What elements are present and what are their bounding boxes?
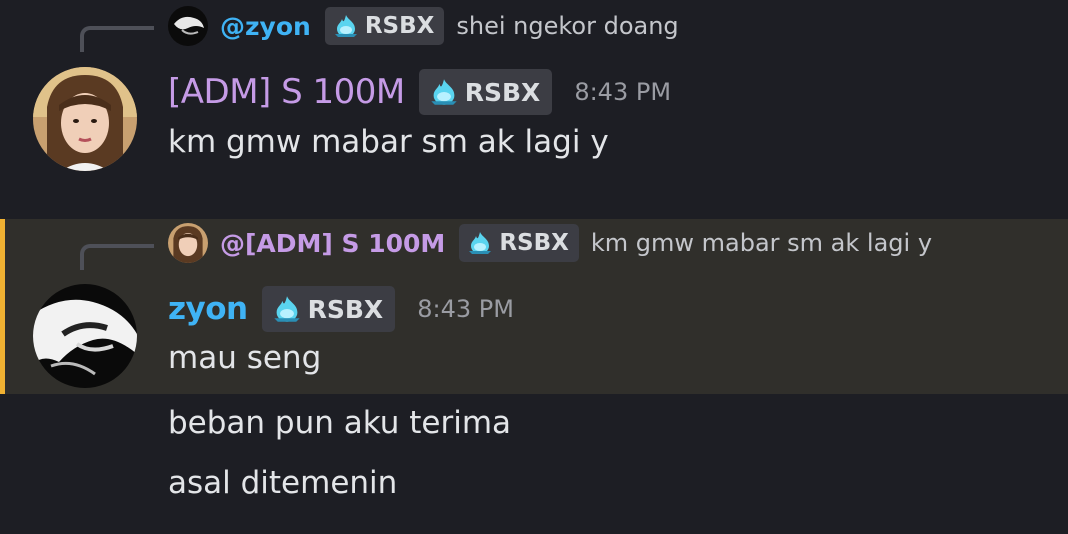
reply-badge-label: RSBX (364, 13, 435, 39)
author-badge[interactable]: RSBX (418, 69, 553, 115)
reply-badge-label: RSBX (499, 230, 569, 256)
mention-highlight-bar (0, 219, 5, 394)
message-zyon: @[ADM] S 100M RSBX km gmw mabar sm ak la… (0, 219, 1068, 394)
message-content: mau seng (168, 340, 322, 376)
reply-text[interactable]: km gmw mabar sm ak lagi y (591, 229, 932, 257)
reply-text[interactable]: shei ngekor doang (456, 12, 678, 40)
message-header: zyon RSBX 8:43 PM (168, 286, 514, 332)
author-name[interactable]: zyon (168, 291, 248, 327)
reply-badge[interactable]: RSBX (324, 7, 445, 45)
message-content: km gmw mabar sm ak lagi y (168, 124, 609, 160)
message-adm: @zyon RSBX shei ngekor doang [ADM] S 100… (0, 0, 1068, 218)
reply-avatar-zyon[interactable] (168, 6, 208, 46)
followup-message: asal ditemenin (168, 465, 398, 501)
water-drop-flame-icon (431, 79, 457, 105)
followup-message: beban pun aku terima (168, 405, 512, 441)
author-badge[interactable]: RSBX (261, 286, 396, 332)
water-drop-flame-icon (273, 296, 300, 322)
reply-author[interactable]: @zyon (220, 12, 311, 41)
reply-avatar-adm[interactable] (168, 223, 208, 263)
water-drop-flame-icon (469, 232, 492, 254)
message-header: [ADM] S 100M RSBX 8:43 PM (168, 69, 671, 115)
author-badge-label: RSBX (464, 77, 541, 107)
timestamp[interactable]: 8:43 PM (574, 78, 671, 106)
water-drop-flame-icon (334, 15, 357, 37)
avatar-zyon[interactable] (33, 284, 137, 388)
reply-spine (80, 244, 154, 270)
reply-author[interactable]: @[ADM] S 100M (220, 229, 445, 258)
reply-preview[interactable]: @[ADM] S 100M RSBX km gmw mabar sm ak la… (168, 223, 932, 263)
reply-spine (80, 26, 154, 52)
reply-preview[interactable]: @zyon RSBX shei ngekor doang (168, 6, 679, 46)
author-badge-label: RSBX (307, 294, 384, 324)
timestamp[interactable]: 8:43 PM (417, 295, 514, 323)
reply-badge[interactable]: RSBX (459, 224, 579, 262)
avatar-adm[interactable] (33, 67, 137, 171)
author-name[interactable]: [ADM] S 100M (168, 72, 405, 112)
